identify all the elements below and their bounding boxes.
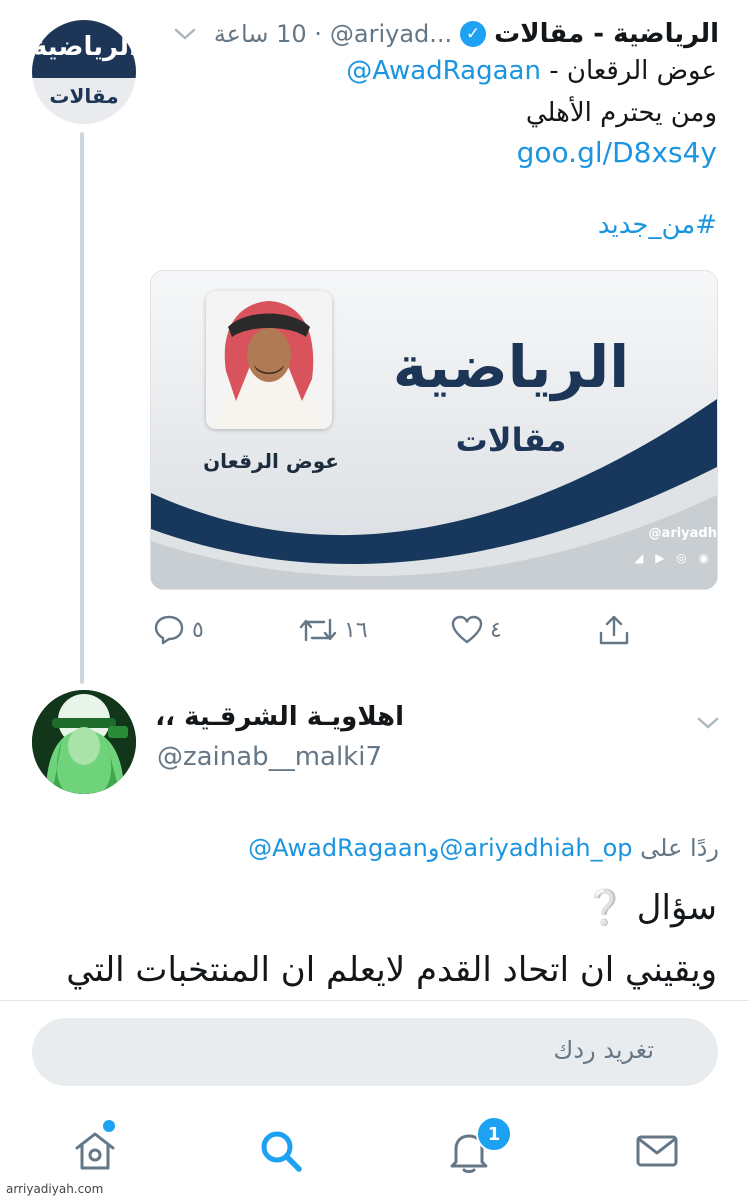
link-card[interactable]: عوض الرقعان الرياضية مقالات @ariyadh ◢ ▶… [150,270,718,590]
author-name[interactable]: الرياضية - مقالات [494,19,719,49]
hashtag-link[interactable]: #من_جديد [598,210,717,240]
reply-icon [154,615,184,645]
search-icon[interactable] [258,1128,304,1174]
mention-link[interactable]: @AwadRagaan [346,56,541,86]
like-count: ٤ [490,617,502,643]
author-handle[interactable]: @ariyad... [330,20,452,48]
tweet-time: · 10 ساعة [213,20,322,48]
reply-count: ٥ [192,617,204,643]
thread-line [80,132,84,684]
home-icon[interactable] [72,1128,118,1174]
divider [0,1000,749,1001]
retweet-count: ١٦ [344,617,368,643]
notification-badge: 1 [476,1116,512,1152]
tweet-link[interactable]: goo.gl/D8xs4y [517,136,717,169]
reply-compose-input[interactable]: تغريد ردك [32,1018,718,1086]
chevron-down-icon[interactable] [697,716,719,730]
retweet-icon [299,618,337,642]
reply-text-line1: سؤال ❔ [583,888,717,928]
messages-icon[interactable] [634,1128,680,1174]
reply-button[interactable]: ٥ [152,610,204,650]
retweet-button[interactable]: ١٦ [298,610,368,650]
watermark: arriyadiyah.com [6,1182,104,1196]
mention-link[interactable]: @ariyadhiah_op [439,834,632,862]
tweet-text-line2: ومن يحترم الأهلي [525,98,717,128]
like-button[interactable]: ٤ [450,610,502,650]
mention-link[interactable]: @AwadRagaan [248,834,428,862]
share-icon [599,615,629,645]
tweet-header: الرياضية - مقالات ✓ @ariyad... · 10 ساعة [174,14,719,54]
card-subtitle: مقالات [455,421,567,459]
author-photo [206,291,332,429]
card-author-name: عوض الرقعان [203,449,339,473]
replying-to: ردًا على @ariyadhiah_opو@AwadRagaan [248,834,719,862]
reply-author-name[interactable]: اهلاويـة الشرقـية ،، [155,702,404,732]
author-avatar[interactable]: الرياضية مقالات [32,20,136,124]
reply-author-avatar[interactable] [32,690,136,794]
reply-text-line2: ويقيني ان اتحاد القدم لايعلم ان المنتخبا… [66,950,717,990]
card-handle: @ariyadh [648,526,717,541]
avatar-subtitle: مقالات [49,84,119,108]
heart-icon [451,615,483,644]
social-icons: ◢ ▶ ◎ ◉ [634,551,713,565]
card-logo: الرياضية [392,333,631,401]
verified-icon: ✓ [460,21,487,47]
reply-author-handle[interactable]: @zainab__malki7 [157,742,382,772]
compose-placeholder: تغريد ردك [553,1036,654,1064]
chevron-down-icon[interactable] [174,27,196,41]
avatar-logo: الرياضية [32,32,136,62]
tweet-text-line1: عوض الرقعان - @AwadRagaan [346,56,717,86]
bottom-tab-bar [0,1100,749,1200]
share-button[interactable] [597,610,631,650]
home-unread-dot [103,1120,115,1132]
